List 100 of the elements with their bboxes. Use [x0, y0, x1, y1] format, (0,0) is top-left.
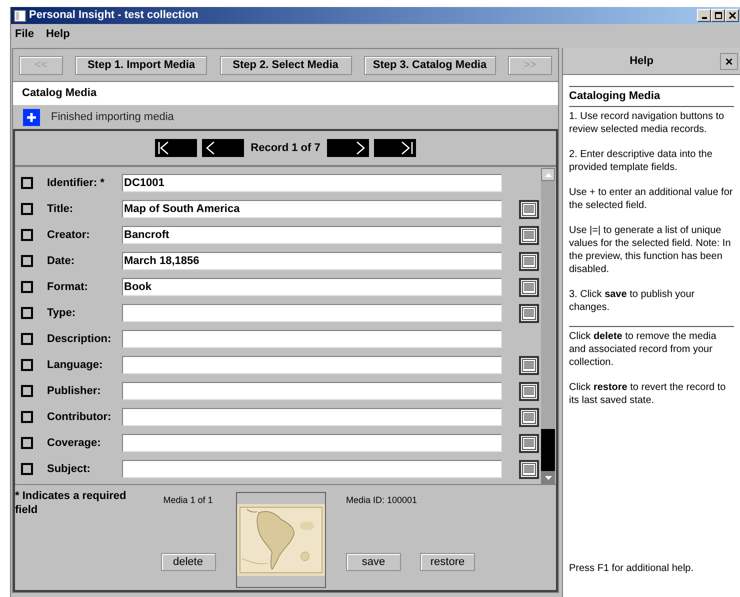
next-icon [356, 141, 366, 155]
help-text: Click restore to revert the record to its last saved state. [569, 381, 727, 407]
maximize-button[interactable] [711, 9, 725, 22]
app-icon [14, 10, 26, 22]
list-icon [524, 256, 534, 266]
list-button[interactable] [519, 278, 539, 296]
field-label: Identifier: * [47, 176, 106, 191]
field-label: Publisher: [47, 384, 102, 399]
field-label: Coverage: [47, 436, 102, 451]
help-heading: Cataloging Media [569, 89, 662, 104]
close-button[interactable] [725, 9, 739, 22]
checkbox[interactable] [21, 359, 33, 371]
list-button[interactable] [519, 408, 539, 426]
previous-icon [206, 141, 215, 155]
menu-item[interactable]: File [15, 26, 34, 42]
list-button[interactable] [519, 226, 539, 244]
checkbox[interactable] [21, 177, 33, 189]
text-field[interactable]: Bancroft [122, 226, 502, 244]
checkbox[interactable] [21, 333, 33, 345]
checkbox[interactable] [21, 281, 33, 293]
close-button[interactable]: × [720, 52, 738, 70]
checkbox[interactable] [21, 255, 33, 267]
first-record-button[interactable] [154, 139, 197, 157]
text-field[interactable] [122, 356, 502, 374]
field-label: Type: [47, 306, 77, 321]
checkbox[interactable] [21, 437, 33, 449]
list-icon [524, 464, 534, 474]
list-button[interactable] [519, 382, 539, 400]
help-text: Use |=| to generate a list of unique values for the selected field. Note: In the preview, this function has been disabled. [569, 224, 732, 276]
checkbox[interactable] [21, 229, 33, 241]
list-button[interactable] [519, 356, 539, 374]
list-button[interactable] [519, 252, 539, 270]
help-text: Use + to enter an additional value for the selected field. [569, 186, 734, 212]
checkbox[interactable] [21, 463, 33, 475]
scroll-up-icon [544, 172, 552, 176]
help-text: 3. Click save to publish your changes. [569, 288, 696, 314]
action-button[interactable]: delete [160, 553, 216, 571]
step-button[interactable]: Step 3. Catalog Media [364, 56, 496, 74]
list-button[interactable] [519, 304, 539, 322]
checkbox[interactable] [21, 385, 33, 397]
step-button[interactable]: Step 1. Import Media [75, 56, 208, 74]
next-record-button[interactable] [327, 139, 370, 157]
minimize-button[interactable] [697, 9, 711, 22]
help-text: 1. Use record navigation buttons to review selected media records. [569, 110, 726, 136]
text-field[interactable] [122, 408, 502, 426]
text-field[interactable]: DC1001 [122, 174, 502, 192]
list-icon [524, 230, 534, 240]
field-label: Subject: [47, 462, 92, 477]
scroll-down-icon [544, 476, 552, 480]
help-text: Click delete to remove the media and associated record from your collection. [569, 330, 718, 369]
text-field[interactable] [122, 460, 502, 478]
list-button[interactable] [519, 434, 539, 452]
text-field[interactable] [122, 382, 502, 400]
checkbox[interactable] [21, 203, 33, 215]
text-field[interactable]: Map of South America [122, 200, 502, 218]
field-label: Title: [47, 202, 74, 217]
help-footer: Press F1 for additional help. [569, 562, 734, 575]
step-button[interactable]: Step 2. Select Media [220, 56, 352, 74]
list-icon [524, 308, 534, 318]
field-label: Description: [47, 332, 112, 347]
checkbox[interactable] [21, 307, 33, 319]
list-icon [524, 412, 534, 422]
text-field[interactable]: Book [122, 278, 502, 296]
last-icon [401, 141, 414, 155]
checkbox[interactable] [21, 411, 33, 423]
text-field[interactable] [122, 330, 502, 348]
first-icon [158, 141, 170, 155]
scroll-thumb[interactable] [541, 429, 555, 471]
action-button[interactable]: save [346, 553, 401, 571]
list-icon [524, 386, 534, 396]
text-field[interactable]: March 18,1856 [122, 252, 502, 270]
required-note: * Indicates a required field [15, 489, 128, 517]
action-button[interactable]: restore [420, 553, 475, 571]
plus-icon [23, 108, 40, 126]
field-label: Contributor: [47, 410, 112, 425]
last-record-button[interactable] [374, 139, 416, 157]
list-icon [524, 438, 534, 448]
list-icon [524, 282, 534, 292]
field-label: Format: [47, 280, 89, 295]
close-icon [728, 11, 736, 20]
section-title: Catalog Media [22, 86, 97, 102]
prev-record-button[interactable] [202, 139, 244, 157]
help-title: Help [628, 54, 654, 69]
window-title: Personal Insight - test collection [29, 8, 200, 24]
list-button[interactable] [519, 460, 539, 478]
menu-item[interactable]: Help [46, 26, 70, 42]
field-label: Language: [47, 358, 104, 373]
media-count: Media 1 of 1 [163, 494, 213, 507]
status-message: Finished importing media [51, 110, 174, 125]
list-icon [524, 360, 534, 370]
record-counter: Record 1 of 7 [250, 140, 320, 156]
list-button[interactable] [519, 200, 539, 218]
text-field[interactable] [122, 304, 502, 322]
list-icon [524, 204, 534, 214]
maximize-icon [714, 11, 722, 20]
text-field[interactable] [122, 434, 502, 452]
scrollbar[interactable] [541, 168, 555, 484]
field-label: Date: [47, 254, 76, 269]
media-id: Media ID: 100001 [346, 494, 418, 507]
field-label: Creator: [47, 228, 91, 243]
